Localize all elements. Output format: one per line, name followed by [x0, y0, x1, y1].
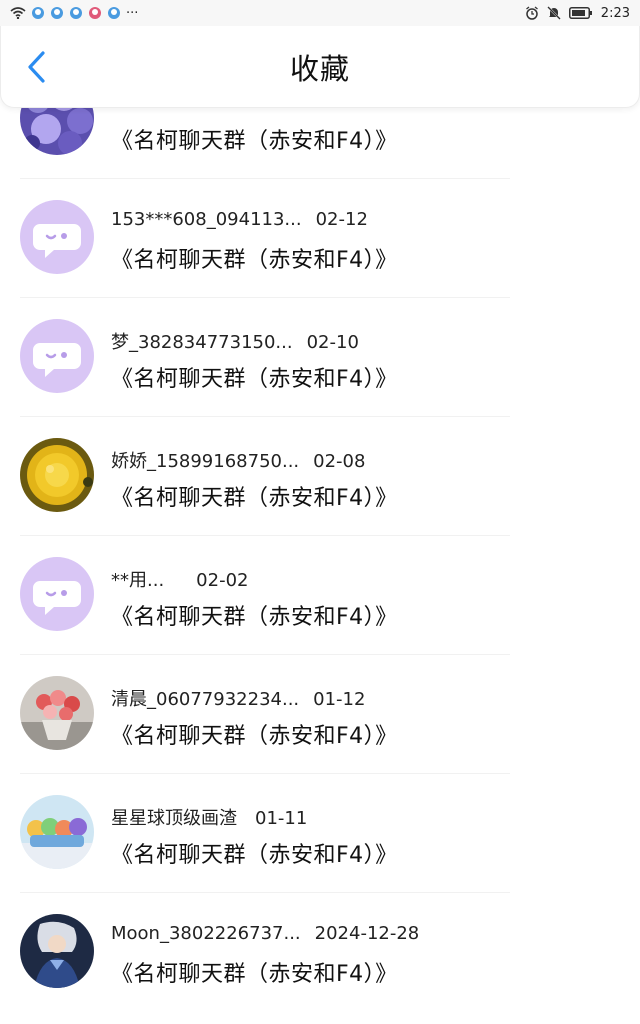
divider — [20, 178, 510, 179]
list-item[interactable]: 梦_382834773150... 02-10 《名柯聊天群（赤安和F4）》 — [0, 318, 640, 437]
user-name[interactable]: 153***608_094113... — [111, 209, 302, 230]
item-meta: **用... 02-02 — [111, 566, 248, 592]
app-notification-icon — [88, 6, 102, 20]
divider — [20, 416, 510, 417]
app-notification-icon — [50, 6, 64, 20]
item-content: 《名柯聊天群（赤安和F4）》 — [111, 724, 398, 749]
avatar[interactable] — [20, 438, 94, 512]
item-date: 01-11 — [255, 808, 308, 829]
back-button[interactable] — [17, 47, 57, 87]
app-notification-icon — [107, 6, 121, 20]
avatar[interactable] — [20, 676, 94, 750]
item-date: 01-12 — [313, 689, 366, 710]
app-notification-icon — [31, 6, 45, 20]
app-notification-icon — [69, 6, 83, 20]
avatar[interactable] — [20, 200, 94, 274]
divider — [20, 535, 510, 536]
divider — [20, 773, 510, 774]
item-meta: Moon_3802226737... 2024-12-28 — [111, 923, 419, 944]
list-item[interactable]: 清晨_06077932234... 01-12 《名柯聊天群（赤安和F4）》 — [0, 675, 640, 794]
item-meta: 梦_382834773150... 02-10 — [111, 328, 359, 354]
avatar[interactable] — [20, 795, 94, 869]
item-content: 《名柯聊天群（赤安和F4）》 — [111, 486, 398, 511]
mute-icon — [547, 6, 561, 20]
app-bar: 收藏 — [0, 26, 640, 108]
item-content: 《名柯聊天群（赤安和F4）》 — [111, 248, 398, 273]
more-notifications-icon: ··· — [126, 5, 139, 21]
status-right: 2:23 — [525, 6, 630, 21]
item-content: 《名柯聊天群（赤安和F4）》 — [111, 605, 398, 630]
status-left: ··· — [10, 6, 138, 21]
item-content: 《名柯聊天群（赤安和F4）》 — [111, 843, 398, 868]
item-content: 《名柯聊天群（赤安和F4）》 — [111, 962, 398, 987]
favorites-list[interactable]: 《名柯聊天群（赤安和F4）》 153***608_094113... 02-12 … — [0, 0, 640, 1024]
item-date: 2024-12-28 — [314, 923, 420, 944]
user-name[interactable]: 梦_382834773150... — [111, 328, 293, 354]
divider — [20, 297, 510, 298]
user-name[interactable]: Moon_3802226737... — [111, 923, 301, 944]
list-item[interactable]: 星星球顶级画渣 01-11 《名柯聊天群（赤安和F4）》 — [0, 794, 640, 913]
item-meta: 娇娇_15899168750... 02-08 — [111, 447, 365, 473]
battery-icon — [568, 7, 593, 19]
wifi-icon — [10, 7, 26, 19]
status-bar: ··· 2:23 — [0, 0, 640, 26]
item-meta: 星星球顶级画渣 01-11 — [111, 804, 307, 830]
list-item[interactable]: **用... 02-02 《名柯聊天群（赤安和F4）》 — [0, 556, 640, 675]
chevron-left-icon — [28, 50, 45, 83]
item-date: 02-02 — [196, 570, 249, 591]
item-content: 《名柯聊天群（赤安和F4）》 — [111, 367, 398, 392]
divider — [20, 892, 510, 893]
item-content: 《名柯聊天群（赤安和F4）》 — [111, 129, 398, 154]
avatar[interactable] — [20, 319, 94, 393]
divider — [20, 654, 510, 655]
list-item[interactable]: 娇娇_15899168750... 02-08 《名柯聊天群（赤安和F4）》 — [0, 437, 640, 556]
list-item[interactable]: Moon_3802226737... 2024-12-28 《名柯聊天群（赤安和F… — [0, 913, 640, 1024]
item-meta: 153***608_094113... 02-12 — [111, 209, 368, 230]
avatar[interactable] — [20, 557, 94, 631]
item-date: 02-12 — [315, 209, 368, 230]
user-name[interactable]: 星星球顶级画渣 — [111, 804, 237, 830]
page-title: 收藏 — [289, 51, 350, 86]
list-item[interactable]: 153***608_094113... 02-12 《名柯聊天群（赤安和F4）》 — [0, 199, 640, 318]
user-name[interactable]: 清晨_06077932234... — [111, 685, 299, 711]
user-name[interactable]: **用... — [111, 566, 164, 592]
item-meta: 清晨_06077932234... 01-12 — [111, 685, 365, 711]
status-time: 2:23 — [600, 5, 630, 21]
alarm-icon — [525, 6, 539, 20]
item-date: 02-10 — [306, 332, 359, 353]
avatar[interactable] — [20, 914, 94, 988]
item-date: 02-08 — [313, 451, 366, 472]
user-name[interactable]: 娇娇_15899168750... — [111, 447, 299, 473]
